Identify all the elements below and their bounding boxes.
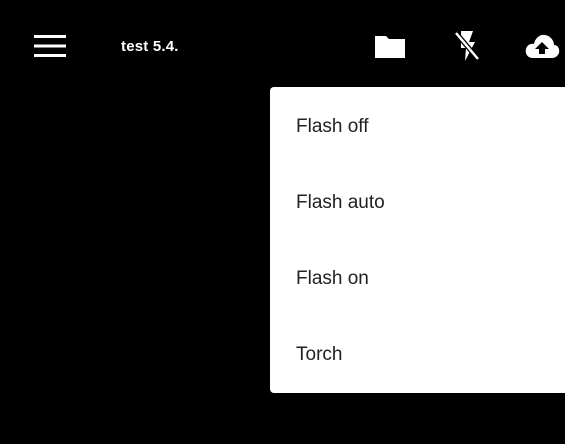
flash-off-icon <box>452 29 482 68</box>
menu-item-flash-auto[interactable]: Flash auto <box>270 165 565 241</box>
menu-item-label: Flash off <box>296 116 369 137</box>
flash-mode-menu: Flash off Flash auto Flash on Torch <box>270 87 565 393</box>
app-title: test 5.4. <box>121 38 179 55</box>
menu-item-label: Flash auto <box>296 192 385 213</box>
folder-icon <box>373 32 407 65</box>
upload-button[interactable] <box>522 28 562 68</box>
menu-item-label: Torch <box>296 344 343 365</box>
folder-button[interactable] <box>370 28 410 68</box>
menu-button[interactable] <box>28 30 72 66</box>
app-bar: test 5.4. <box>0 0 565 90</box>
menu-item-label: Flash on <box>296 268 369 289</box>
menu-item-flash-off[interactable]: Flash off <box>270 89 565 165</box>
menu-item-torch[interactable]: Torch <box>270 317 565 393</box>
cloud-upload-icon <box>524 32 560 65</box>
menu-item-flash-on[interactable]: Flash on <box>270 241 565 317</box>
hamburger-menu-icon <box>34 34 66 63</box>
flash-toggle-button[interactable] <box>447 28 487 68</box>
